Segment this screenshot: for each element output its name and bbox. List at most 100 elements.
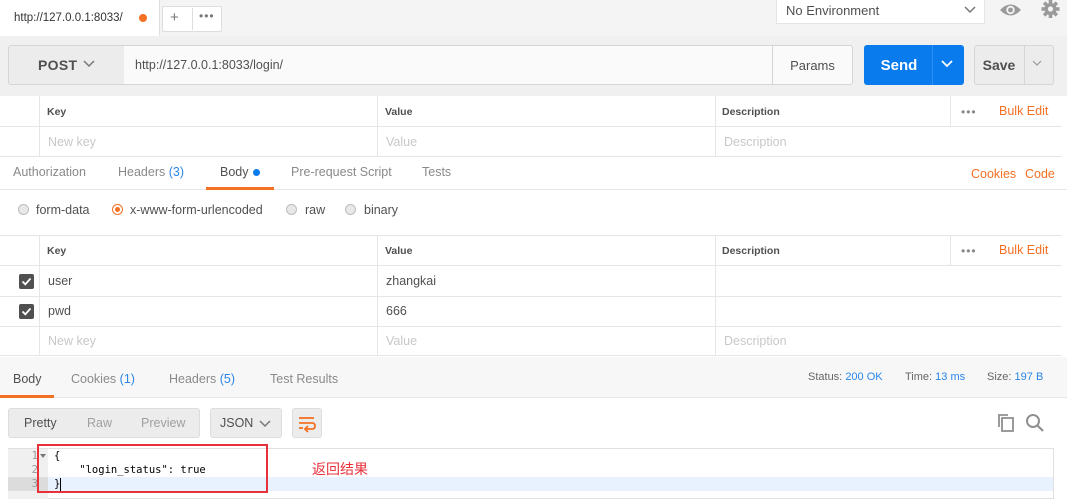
table-options-button[interactable]: ••• — [961, 244, 977, 258]
chevron-down-icon — [259, 420, 271, 428]
code-link[interactable]: Code — [1025, 167, 1055, 181]
response-tab-cookies-label: Cookies — [71, 372, 117, 386]
response-status: Status: 200 OK — [808, 371, 883, 383]
new-key-input[interactable]: New key — [48, 334, 96, 348]
new-tab-button[interactable]: + — [170, 9, 179, 26]
save-divider — [1024, 45, 1025, 85]
checkbox-checked-icon[interactable] — [19, 274, 34, 289]
new-key-input[interactable]: New key — [48, 135, 96, 149]
value-column-header: Value — [385, 106, 413, 118]
radio-form-data-label: form-data — [36, 203, 90, 217]
cookies-link[interactable]: Cookies — [971, 167, 1016, 181]
chevron-down-icon[interactable] — [1030, 56, 1044, 70]
line-number: 1 — [31, 450, 38, 462]
send-divider — [932, 45, 933, 85]
tab-more-button[interactable]: ••• — [199, 9, 215, 23]
table-row — [0, 266, 1062, 297]
tab-actions-divider — [192, 8, 193, 30]
body-table-new-row — [0, 327, 1062, 356]
copy-icon[interactable] — [996, 413, 1016, 433]
column-divider — [39, 96, 40, 157]
unsaved-dot-icon — [139, 14, 147, 22]
column-divider — [377, 235, 378, 356]
param-table-new-row — [0, 127, 1062, 157]
column-divider — [950, 96, 951, 127]
column-divider — [950, 235, 951, 266]
column-divider — [715, 96, 716, 157]
wrap-lines-icon — [299, 417, 316, 433]
preview-button[interactable]: Preview — [141, 416, 185, 430]
size-label: Size: — [987, 371, 1012, 383]
chevron-down-icon — [964, 6, 976, 14]
params-button-label: Params — [790, 58, 835, 73]
chevron-down-icon[interactable] — [940, 56, 954, 70]
new-description-input[interactable]: Description — [724, 135, 787, 149]
annotation-highlight-box — [37, 444, 268, 493]
row-value[interactable]: 666 — [386, 304, 407, 318]
key-column-header: Key — [47, 245, 67, 257]
line-number: 3 — [31, 478, 38, 490]
environment-label: No Environment — [786, 3, 880, 18]
value-column-header: Value — [385, 245, 413, 257]
row-value[interactable]: zhangkai — [386, 274, 436, 288]
table-row — [0, 297, 1062, 327]
radio-raw-label: raw — [305, 203, 326, 217]
tab-tests[interactable]: Tests — [422, 165, 451, 179]
body-active-dot-icon — [253, 169, 260, 176]
bulk-edit-link[interactable]: Bulk Edit — [999, 104, 1048, 118]
response-tab-body[interactable]: Body — [13, 372, 42, 386]
chevron-down-icon — [83, 60, 95, 68]
new-value-input[interactable]: Value — [386, 334, 417, 348]
send-button-label: Send — [880, 57, 918, 74]
gear-icon[interactable] — [1034, 0, 1067, 22]
search-icon[interactable] — [1025, 413, 1045, 433]
radio-binary-label: binary — [364, 203, 399, 217]
response-tab-test-results[interactable]: Test Results — [270, 372, 338, 386]
eye-icon[interactable] — [993, 0, 1028, 22]
description-column-header: Description — [722, 106, 780, 118]
row-key[interactable]: user — [48, 274, 72, 288]
format-select-label: JSON — [220, 416, 254, 430]
time-value: 13 ms — [935, 371, 966, 383]
column-divider — [715, 235, 716, 356]
tab-headers[interactable]: Headers (3) — [118, 165, 184, 179]
radio-binary[interactable] — [345, 204, 356, 215]
request-tab-title: http://127.0.0.1:8033/ — [14, 12, 123, 24]
table-options-button[interactable]: ••• — [961, 105, 977, 119]
active-tab-underline — [0, 395, 54, 398]
status-value: 200 OK — [845, 371, 883, 383]
column-divider — [377, 96, 378, 157]
key-column-header: Key — [47, 106, 67, 118]
radio-urlencoded[interactable] — [112, 204, 123, 215]
tab-headers-count: (3) — [168, 165, 185, 179]
param-table-header — [0, 96, 1062, 127]
time-label: Time: — [905, 371, 933, 383]
tab-prerequest-script[interactable]: Pre-request Script — [291, 165, 392, 179]
radio-raw[interactable] — [286, 204, 297, 215]
bulk-edit-link[interactable]: Bulk Edit — [999, 243, 1048, 257]
tab-authorization[interactable]: Authorization — [13, 165, 86, 179]
annotation-label: 返回结果 — [312, 461, 368, 477]
response-tab-headers-label: Headers — [169, 372, 217, 386]
radio-urlencoded-label: x-www-form-urlencoded — [130, 203, 263, 217]
method-label: POST — [38, 57, 78, 73]
pretty-button[interactable]: Pretty — [24, 416, 57, 430]
response-tab-headers[interactable]: Headers (5) — [169, 372, 235, 386]
radio-form-data[interactable] — [18, 204, 29, 215]
response-tab-cookies[interactable]: Cookies (1) — [71, 372, 135, 386]
raw-button[interactable]: Raw — [87, 416, 112, 430]
tab-headers-label: Headers — [118, 165, 166, 179]
response-tab-cookies-count: (1) — [119, 372, 135, 386]
row-key[interactable]: pwd — [48, 304, 71, 318]
active-tab-underline — [206, 187, 274, 190]
new-description-input[interactable]: Description — [724, 334, 787, 348]
status-label: Status: — [808, 371, 843, 383]
checkbox-checked-icon[interactable] — [19, 304, 34, 319]
new-value-input[interactable]: Value — [386, 135, 417, 149]
url-value: http://127.0.0.1:8033/login/ — [135, 58, 284, 72]
line-number: 2 — [31, 464, 38, 476]
save-button-label: Save — [982, 57, 1016, 73]
body-table-header — [0, 235, 1062, 266]
tab-body[interactable]: Body — [220, 165, 249, 179]
size-value: 197 B — [1014, 371, 1044, 383]
